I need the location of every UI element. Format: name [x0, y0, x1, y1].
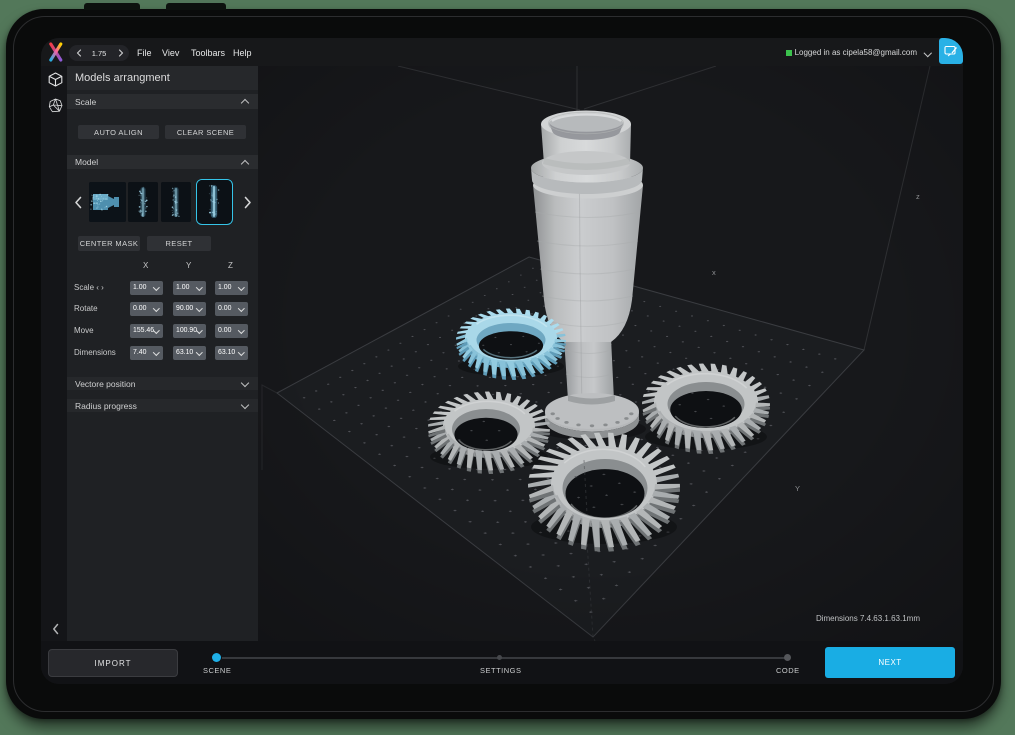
svg-text:x: x	[712, 268, 716, 277]
svg-text:Y: Y	[795, 484, 800, 493]
svg-text:z: z	[916, 192, 920, 201]
